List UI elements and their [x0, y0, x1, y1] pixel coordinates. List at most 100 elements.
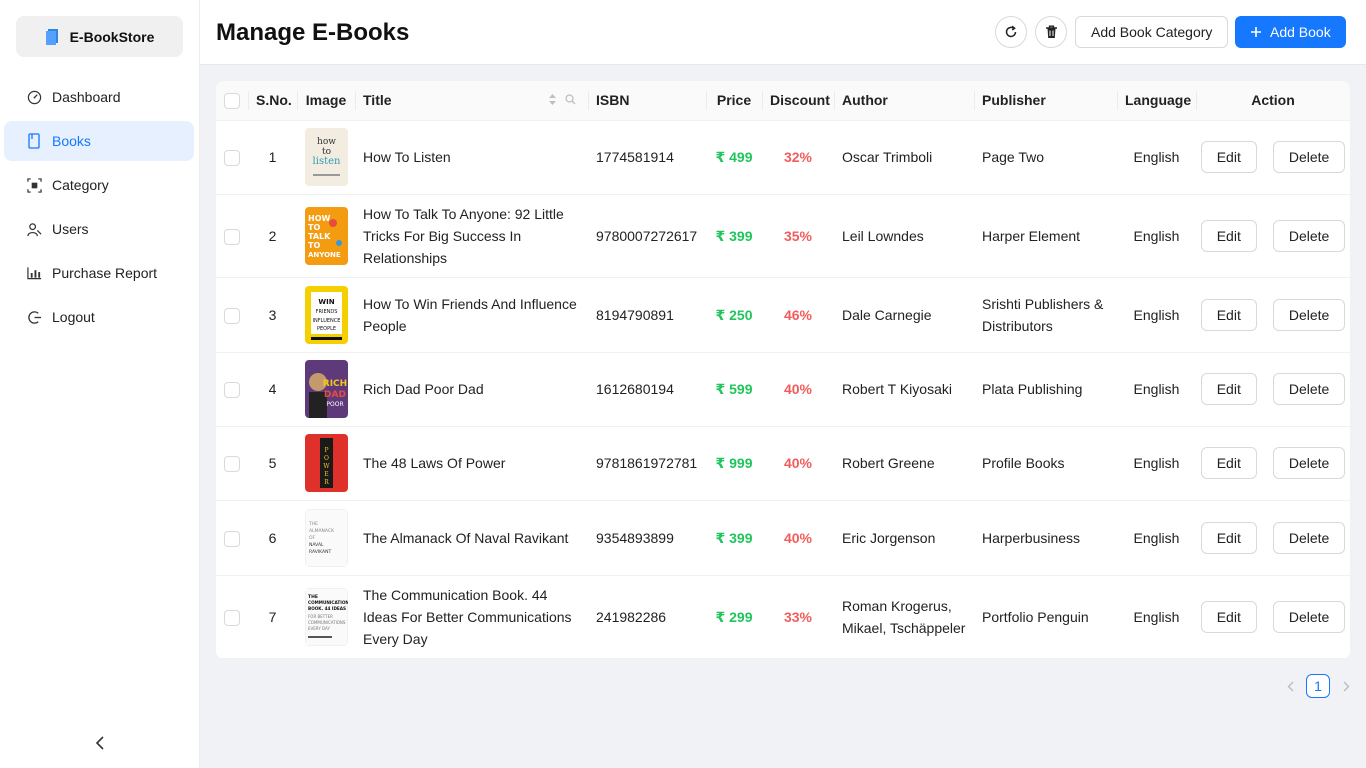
row-sno: 1	[248, 120, 297, 195]
refresh-button[interactable]	[995, 16, 1027, 48]
add-book-category-button[interactable]: Add Book Category	[1075, 16, 1229, 48]
book-cover-image: WIN FRIENDS INFLUENCE PEOPLE	[305, 285, 348, 344]
svg-text:ALMANACK: ALMANACK	[309, 528, 335, 534]
app-logo[interactable]: E-BookStore	[16, 16, 183, 57]
svg-text:COMMUNICATIONS: COMMUNICATIONS	[308, 620, 346, 625]
row-author: Leil Lowndes	[834, 194, 974, 278]
sidebar-item-category[interactable]: Category	[4, 165, 194, 205]
svg-text:FRIENDS: FRIENDS	[316, 309, 338, 315]
row-publisher: Harper Element	[974, 194, 1117, 278]
edit-button[interactable]: Edit	[1200, 373, 1257, 405]
svg-text:PEOPLE: PEOPLE	[317, 326, 336, 332]
app-name: E-BookStore	[69, 28, 155, 45]
col-discount: Discount	[762, 81, 834, 121]
row-checkbox[interactable]	[224, 382, 240, 399]
plus-icon	[1251, 27, 1261, 37]
row-isbn: 9354893899	[588, 500, 706, 576]
category-icon	[26, 177, 42, 193]
table-row: 6 THE ALMANACK OF NAVAL RAVIKANT The Almanac…	[216, 500, 1350, 576]
row-author: Robert Greene	[834, 426, 974, 501]
row-checkbox[interactable]	[224, 228, 240, 245]
delete-button[interactable]: Delete	[1272, 447, 1346, 479]
col-image: Image	[297, 81, 355, 121]
sidebar-item-books[interactable]: Books	[4, 121, 194, 161]
select-all-cell	[216, 81, 248, 121]
edit-button[interactable]: Edit	[1200, 521, 1257, 554]
chevron-right-icon	[1343, 681, 1349, 691]
row-title: The 48 Laws Of Power	[355, 426, 588, 501]
svg-text:TO: TO	[308, 241, 320, 250]
book-cover-image: THECOMMUNICATIONBOOK. 44 IDEASFOR BETTER…	[305, 587, 348, 646]
table-header-row: S.No. Image Title ISBN Price Discount Au…	[216, 81, 1350, 121]
book-cover-image: THEALMANACKOFNAVALRAVIKANT	[305, 508, 348, 567]
svg-text:TO: TO	[308, 223, 320, 232]
col-author: Author	[834, 81, 974, 121]
sidebar-item-logout[interactable]: Logout	[4, 297, 194, 337]
row-title: How To Talk To Anyone: 92 Little Tricks …	[355, 194, 588, 278]
row-discount: 35%	[762, 194, 834, 278]
bar-chart-icon	[26, 265, 42, 281]
collapse-sidebar-button[interactable]	[92, 734, 108, 752]
row-discount: 32%	[762, 120, 834, 195]
trash-button[interactable]	[1035, 16, 1067, 48]
row-title: The Communication Book. 44 Ideas For Bet…	[355, 575, 588, 659]
svg-text:FOR BETTER: FOR BETTER	[308, 614, 333, 619]
delete-button[interactable]: Delete	[1272, 521, 1346, 554]
edit-button[interactable]: Edit	[1200, 141, 1257, 173]
row-price: ₹ 999	[706, 426, 762, 501]
row-language: English	[1117, 120, 1196, 195]
page-number-button[interactable]: 1	[1306, 674, 1330, 698]
delete-button[interactable]: Delete	[1272, 219, 1346, 252]
dashboard-icon	[26, 89, 42, 105]
row-sno: 6	[248, 500, 297, 576]
next-page-button[interactable]	[1338, 674, 1354, 698]
edit-button[interactable]: Edit	[1200, 298, 1257, 331]
row-price: ₹ 399	[706, 500, 762, 576]
prev-page-button[interactable]	[1282, 674, 1298, 698]
svg-text:COMMUNICATION: COMMUNICATION	[308, 600, 348, 605]
row-checkbox[interactable]	[224, 530, 240, 547]
sort-icon[interactable]	[548, 93, 557, 106]
row-author: Roman Krogerus, Mikael, Tschäppeler	[834, 575, 974, 659]
book-cover-image: howtolisten	[305, 128, 348, 186]
col-title-label: Title	[363, 92, 392, 109]
delete-button[interactable]: Delete	[1272, 600, 1346, 633]
chevron-left-icon	[95, 736, 104, 750]
svg-text:RAVIKANT: RAVIKANT	[309, 549, 331, 555]
select-all-checkbox[interactable]	[224, 92, 240, 109]
search-icon[interactable]	[565, 94, 576, 105]
delete-button[interactable]: Delete	[1272, 298, 1346, 331]
sidebar-item-users[interactable]: Users	[4, 209, 194, 249]
table-row: 5 POWER The 48 Laws Of Power 97818619727…	[216, 426, 1350, 501]
edit-button[interactable]: Edit	[1200, 600, 1257, 633]
row-checkbox[interactable]	[224, 456, 240, 473]
row-language: English	[1117, 575, 1196, 659]
pagination: 1	[1282, 674, 1354, 698]
delete-button[interactable]: Delete	[1272, 141, 1346, 173]
row-checkbox[interactable]	[224, 609, 240, 626]
edit-button[interactable]: Edit	[1200, 447, 1257, 479]
row-isbn: 8194790891	[588, 277, 706, 353]
svg-text:TALK: TALK	[308, 232, 331, 241]
sidebar-nav: Dashboard Books Category Users Purchase …	[4, 77, 194, 341]
add-book-button[interactable]: Add Book	[1235, 16, 1346, 48]
edit-button[interactable]: Edit	[1200, 219, 1257, 252]
row-sno: 2	[248, 194, 297, 278]
row-checkbox[interactable]	[224, 307, 240, 324]
svg-text:O: O	[324, 455, 329, 462]
row-language: English	[1117, 500, 1196, 576]
sidebar-item-purchase-report[interactable]: Purchase Report	[4, 253, 194, 293]
sidebar: E-BookStore Dashboard Books Category Use…	[0, 0, 200, 768]
delete-button[interactable]: Delete	[1272, 373, 1346, 405]
row-sno: 3	[248, 277, 297, 353]
book-icon	[26, 133, 42, 149]
page-title: Manage E-Books	[216, 19, 410, 46]
row-isbn: 9781861972781	[588, 426, 706, 501]
sidebar-item-dashboard[interactable]: Dashboard	[4, 77, 194, 117]
row-checkbox[interactable]	[224, 150, 240, 167]
page-header: Manage E-Books Add Book Category Add Boo…	[200, 0, 1366, 65]
chevron-left-icon	[1287, 681, 1293, 691]
sidebar-item-label: Logout	[52, 309, 95, 325]
sidebar-item-label: Books	[52, 133, 91, 149]
row-language: English	[1117, 352, 1196, 427]
